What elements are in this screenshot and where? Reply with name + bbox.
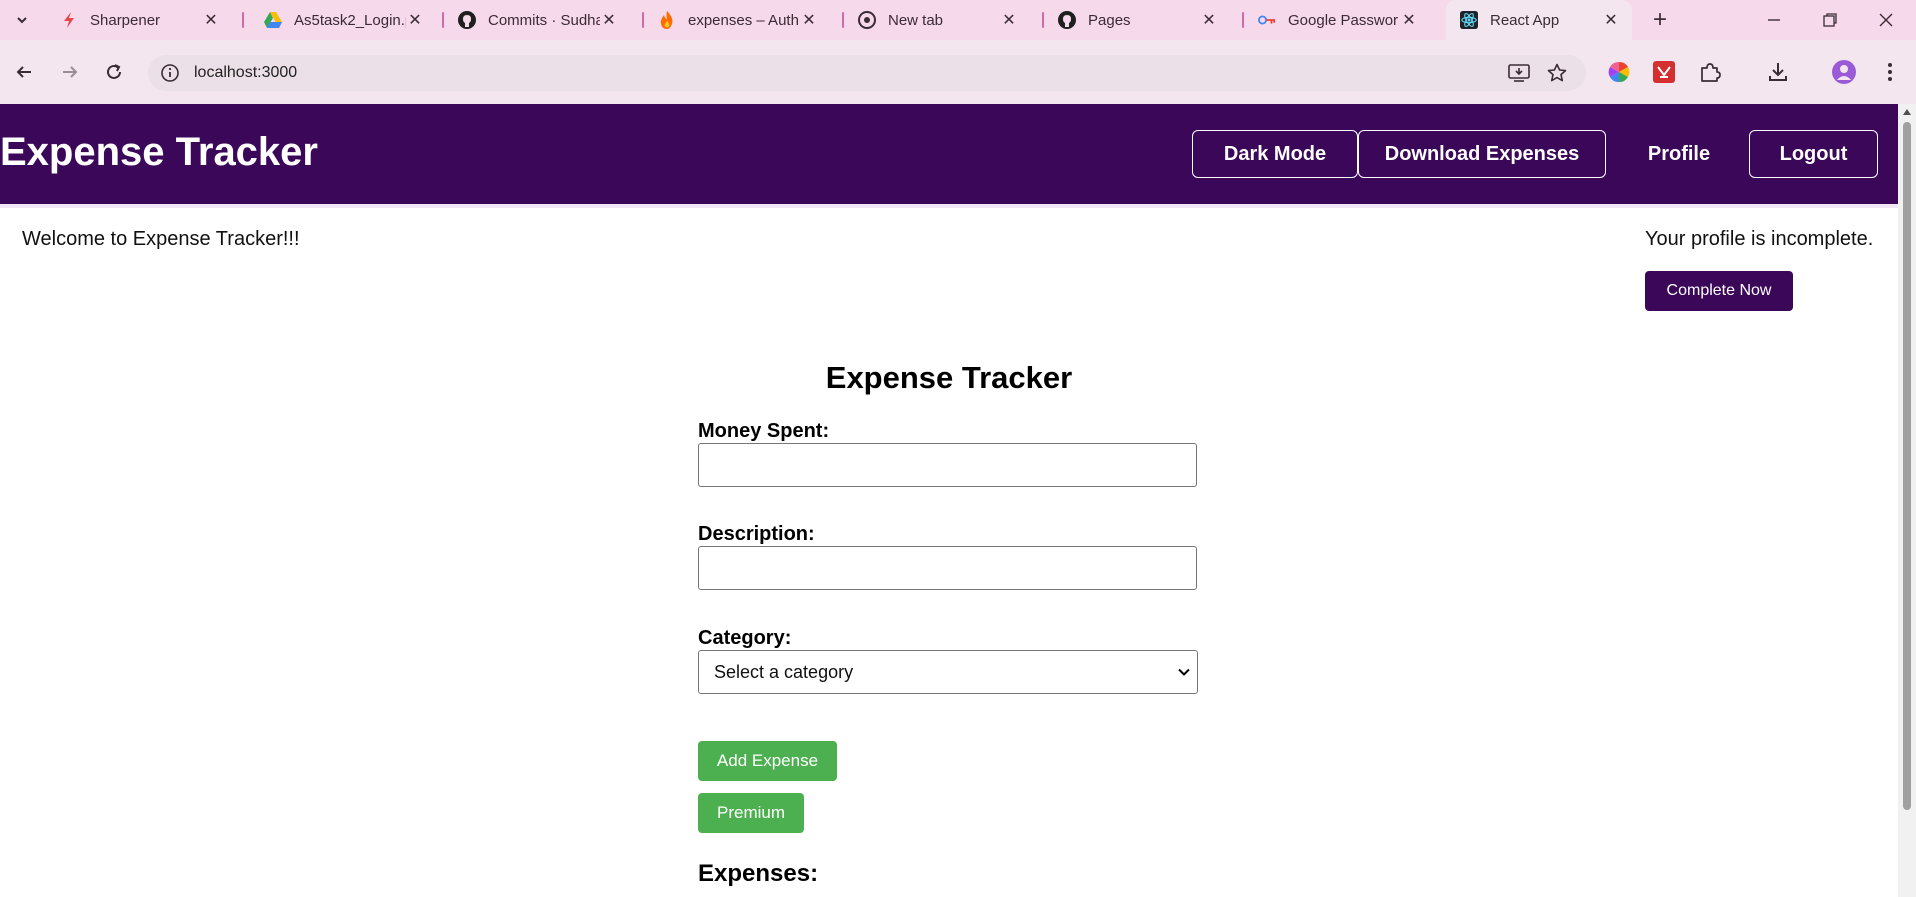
tab-title: New tab bbox=[888, 11, 944, 29]
minimize-button[interactable] bbox=[1746, 0, 1802, 40]
close-icon[interactable]: ✕ bbox=[800, 11, 818, 29]
tab-title: Sharpener bbox=[90, 11, 161, 29]
forward-button[interactable] bbox=[54, 56, 86, 88]
tab-as5task2[interactable]: As5task2_Login.p ✕ bbox=[250, 4, 436, 36]
description-input[interactable] bbox=[698, 546, 1197, 590]
tab-title: expenses – Auth bbox=[688, 11, 799, 29]
site-info-icon[interactable] bbox=[160, 63, 180, 83]
premium-button[interactable]: Premium bbox=[698, 793, 804, 833]
browser-menu-button[interactable] bbox=[1878, 60, 1902, 84]
close-icon[interactable]: ✕ bbox=[1000, 11, 1018, 29]
tab-pages[interactable]: Pages ✕ bbox=[1044, 4, 1230, 36]
close-icon bbox=[1879, 13, 1893, 27]
scrollbar-thumb[interactable] bbox=[1903, 122, 1911, 810]
install-app-icon[interactable] bbox=[1508, 62, 1530, 84]
complete-now-button[interactable]: Complete Now bbox=[1645, 271, 1793, 311]
chevron-down-icon bbox=[17, 17, 27, 24]
tab-title: Commits · Sudha bbox=[488, 11, 600, 29]
key-icon bbox=[1258, 11, 1276, 29]
restore-button[interactable] bbox=[1802, 0, 1858, 40]
tab-title: React App bbox=[1490, 11, 1560, 29]
app-header: Expense Tracker Dark Mode Download Expen… bbox=[0, 104, 1898, 204]
bolt-icon bbox=[60, 11, 78, 29]
arrow-right-icon bbox=[63, 66, 78, 78]
url-text[interactable]: localhost:3000 bbox=[194, 64, 297, 82]
money-spent-label: Money Spent: bbox=[698, 420, 830, 442]
extensions-puzzle-icon[interactable] bbox=[1698, 60, 1722, 84]
close-icon[interactable]: ✕ bbox=[202, 11, 220, 29]
arrow-left-icon bbox=[16, 66, 31, 78]
close-icon[interactable]: ✕ bbox=[1400, 11, 1418, 29]
new-tab-button[interactable]: + bbox=[1646, 6, 1674, 34]
address-bar[interactable]: localhost:3000 bbox=[148, 55, 1586, 91]
reload-icon bbox=[107, 64, 121, 79]
chevron-down-icon bbox=[1178, 668, 1190, 676]
description-label: Description: bbox=[698, 523, 815, 545]
browser-tab-strip: Sharpener ✕ As5task2_Login.p ✕ Commits ·… bbox=[0, 0, 1916, 40]
tab-new-tab[interactable]: New tab ✕ bbox=[844, 4, 1030, 36]
bookmark-star-icon[interactable] bbox=[1546, 62, 1568, 84]
browser-toolbar: localhost:3000 bbox=[0, 40, 1916, 104]
welcome-message: Welcome to Expense Tracker!!! bbox=[22, 228, 300, 250]
tab-title: Google Passwor bbox=[1288, 11, 1399, 29]
tab-google-passwords[interactable]: Google Passwor ✕ bbox=[1244, 4, 1430, 36]
tab-expenses-auth[interactable]: expenses – Auth ✕ bbox=[644, 4, 830, 36]
form-title: Expense Tracker bbox=[825, 360, 1073, 395]
profile-avatar[interactable] bbox=[1832, 60, 1856, 84]
profile-button[interactable]: Profile bbox=[1618, 130, 1740, 178]
window-close-button[interactable] bbox=[1858, 0, 1914, 40]
react-icon bbox=[1460, 11, 1478, 29]
download-expenses-button[interactable]: Download Expenses bbox=[1358, 130, 1606, 178]
github-icon bbox=[458, 11, 476, 29]
category-label: Category: bbox=[698, 627, 792, 649]
tab-react-app[interactable]: React App ✕ bbox=[1446, 0, 1632, 40]
red-extension-icon[interactable] bbox=[1652, 60, 1676, 84]
close-icon[interactable]: ✕ bbox=[600, 11, 618, 29]
more-vertical-icon bbox=[1888, 63, 1892, 81]
close-icon[interactable]: ✕ bbox=[1200, 11, 1218, 29]
scroll-up-arrow-icon[interactable] bbox=[1902, 108, 1912, 116]
reload-button[interactable] bbox=[98, 56, 130, 88]
add-expense-button[interactable]: Add Expense bbox=[698, 741, 837, 781]
profile-incomplete-notice: Your profile is incomplete. bbox=[1645, 228, 1874, 250]
tab-commits[interactable]: Commits · Sudha ✕ bbox=[444, 4, 630, 36]
firebase-icon bbox=[658, 11, 676, 29]
expenses-heading: Expenses: bbox=[698, 860, 819, 887]
category-select[interactable]: Select a category bbox=[698, 650, 1198, 694]
close-icon[interactable]: ✕ bbox=[406, 11, 424, 29]
color-wheel-extension-icon[interactable] bbox=[1607, 60, 1631, 84]
tab-separator bbox=[242, 12, 244, 28]
tab-title: As5task2_Login.p bbox=[294, 11, 406, 29]
logout-button[interactable]: Logout bbox=[1749, 130, 1878, 178]
github-icon bbox=[1058, 11, 1076, 29]
download-icon[interactable] bbox=[1766, 60, 1790, 84]
money-spent-input[interactable] bbox=[698, 443, 1197, 487]
page-scrollbar[interactable] bbox=[1898, 104, 1916, 897]
tab-title: Pages bbox=[1088, 11, 1131, 29]
dark-mode-button[interactable]: Dark Mode bbox=[1192, 130, 1358, 178]
app-brand: Expense Tracker bbox=[0, 130, 318, 174]
header-divider bbox=[0, 204, 1898, 208]
chrome-icon bbox=[858, 11, 876, 29]
google-drive-icon bbox=[264, 11, 282, 29]
tab-sharpener[interactable]: Sharpener ✕ bbox=[46, 4, 232, 36]
back-button[interactable] bbox=[8, 56, 40, 88]
restore-icon bbox=[1823, 13, 1837, 27]
minimize-icon bbox=[1768, 19, 1780, 21]
tab-search-button[interactable] bbox=[6, 8, 38, 32]
close-icon[interactable]: ✕ bbox=[1602, 11, 1620, 29]
category-selected-value: Select a category bbox=[714, 661, 854, 682]
